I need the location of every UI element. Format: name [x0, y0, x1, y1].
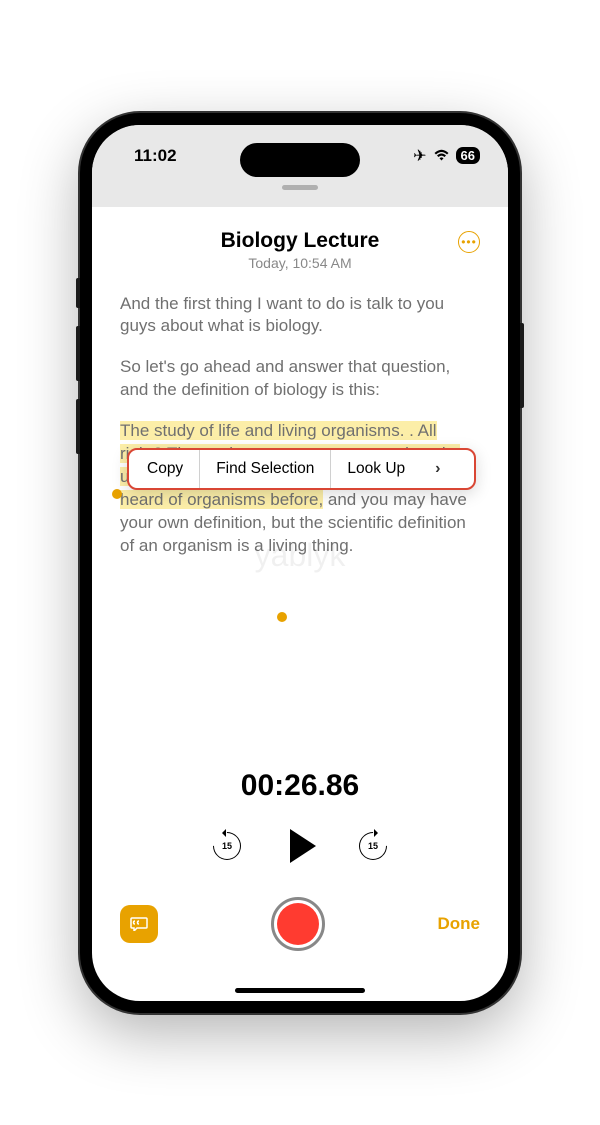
- volume-down: [76, 399, 80, 454]
- copy-action[interactable]: Copy: [129, 450, 200, 488]
- selection-handle-end[interactable]: [277, 612, 287, 622]
- look-up-action[interactable]: Look Up: [331, 450, 421, 488]
- note-title: Biology Lecture: [120, 229, 480, 253]
- record-indicator-icon: [277, 903, 319, 945]
- more-options-button[interactable]: •••: [458, 231, 480, 253]
- record-button[interactable]: [271, 897, 325, 951]
- audio-player: 00:26.86 15 15: [92, 769, 508, 951]
- battery-indicator: 66: [456, 147, 480, 164]
- transcript-toggle-button[interactable]: [120, 905, 158, 943]
- skip-forward-15-button[interactable]: 15: [358, 831, 388, 861]
- note-subtitle: Today, 10:54 AM: [120, 255, 480, 271]
- airplane-mode-icon: ✈: [413, 146, 426, 166]
- power-button: [520, 323, 524, 408]
- paragraph-1: And the first thing I want to do is talk…: [120, 293, 480, 339]
- dynamic-island: [240, 143, 360, 177]
- done-button[interactable]: Done: [438, 914, 481, 934]
- context-menu: Copy Find Selection Look Up ›: [127, 448, 476, 490]
- transcript-text[interactable]: And the first thing I want to do is talk…: [120, 293, 480, 558]
- paragraph-2: So let's go ahead and answer that questi…: [120, 356, 480, 402]
- phone-frame: 11:02 ✈ 66 Biology Lecture Today, 10:54 …: [80, 113, 520, 1013]
- sheet-header: [92, 179, 508, 207]
- play-button[interactable]: [290, 829, 316, 863]
- wifi-icon: [433, 149, 450, 162]
- silence-switch: [76, 278, 80, 308]
- screen: 11:02 ✈ 66 Biology Lecture Today, 10:54 …: [92, 125, 508, 1001]
- selection-handle-start[interactable]: [112, 489, 122, 499]
- status-time: 11:02: [134, 146, 177, 166]
- find-selection-action[interactable]: Find Selection: [200, 450, 331, 488]
- home-indicator[interactable]: [235, 988, 365, 993]
- drag-handle[interactable]: [282, 185, 318, 190]
- skip-back-15-button[interactable]: 15: [212, 831, 242, 861]
- volume-up: [76, 326, 80, 381]
- playback-time: 00:26.86: [92, 769, 508, 803]
- more-actions-chevron[interactable]: ›: [421, 460, 454, 478]
